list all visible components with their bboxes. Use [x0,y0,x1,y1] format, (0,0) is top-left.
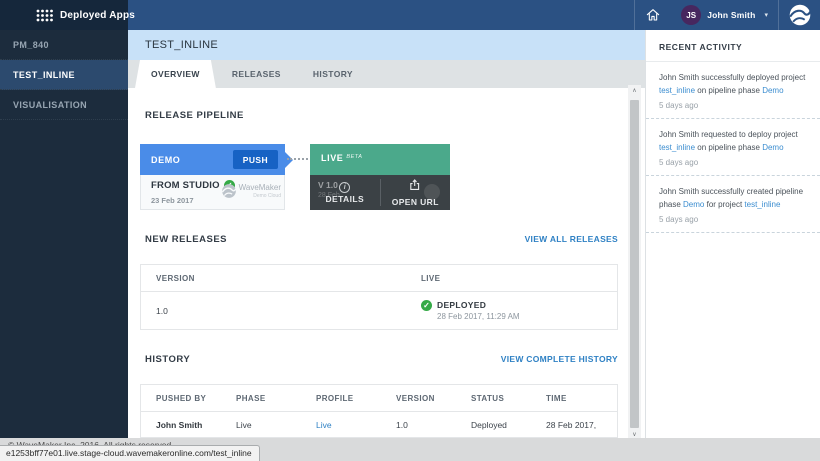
vertical-scrollbar[interactable]: ∧ ∨ [628,85,641,440]
column-pushed-by: PUSHED BY [156,394,236,403]
project-link[interactable]: test_inline [659,143,695,152]
open-url-button[interactable]: OPEN URL [381,175,451,210]
details-button[interactable]: i DETAILS [310,175,380,210]
column-live: LIVE [421,274,617,283]
deployed-status: DEPLOYED [437,300,520,310]
history-status: Deployed [471,420,546,430]
release-version: 1.0 [156,306,421,316]
live-card-header: LIVE BETA [310,144,450,175]
topbar-divider [778,0,779,30]
project-sidebar: PM_840 TEST_INLINE VISUALISATION [0,30,128,440]
history-pushed-by: John Smith [156,420,236,430]
topbar-actions: JS John Smith ▾ [128,0,820,30]
app-title: Deployed Apps [60,10,135,21]
scroll-up-icon[interactable]: ∧ [632,85,636,96]
deployed-check-icon: ✓ [421,300,432,311]
live-card-body: V 1.0 28 Feb i DETAILS [310,175,450,210]
tab-overview[interactable]: OVERVIEW [135,60,216,88]
activity-item: John Smith successfully deployed project… [646,62,820,119]
main-panel: TEST_INLINE OVERVIEW RELEASES HISTORY RE… [128,30,645,440]
wavemaker-logo-icon [788,3,812,27]
activity-text: on pipeline phase [695,86,762,95]
logo-text: WaveMaker [239,183,281,192]
info-icon: i [339,182,350,193]
tab-history[interactable]: HISTORY [297,60,369,88]
history-profile-link[interactable]: Live [316,420,396,430]
apps-grid-icon[interactable] [36,9,53,22]
phase-link[interactable]: Demo [683,200,704,209]
phase-link[interactable]: Demo [762,86,783,95]
activity-time: 5 days ago [659,215,807,224]
browser-status-url: e1253bff77e01.live.stage-cloud.wavemaker… [0,445,260,461]
wavemaker-cloud-logo: WaveMaker Demo Cloud [221,183,281,199]
activity-time: 5 days ago [659,101,807,110]
history-table: PUSHED BY PHASE PROFILE VERSION STATUS T… [140,384,618,438]
app-brand-area: Deployed Apps [0,0,128,30]
activity-item: John Smith requested to deploy project t… [646,119,820,176]
project-link[interactable]: test_inline [659,86,695,95]
history-row: John Smith Live Live 1.0 Deployed 28 Feb… [141,412,617,437]
home-icon[interactable] [635,7,671,23]
activity-text: on pipeline phase [695,143,762,152]
from-studio-label: FROM STUDIO [151,180,220,191]
avatar: JS [681,5,701,25]
column-status: STATUS [471,394,546,403]
activity-text: John Smith requested to deploy project [659,130,798,139]
view-all-releases-link[interactable]: VIEW ALL RELEASES [525,234,618,244]
user-name: John Smith [707,10,755,20]
demo-card-header: DEMO PUSH [140,144,285,175]
history-header-row: PUSHED BY PHASE PROFILE VERSION STATUS T… [141,385,617,412]
deployed-time: 28 Feb 2017, 11:29 AM [437,312,520,321]
user-menu[interactable]: JS John Smith ▾ [671,0,778,30]
section-title-history: HISTORY [145,354,190,365]
logo-subtext: Demo Cloud [239,193,281,199]
recent-activity-heading: RECENT ACTIVITY [646,30,820,62]
column-time: TIME [546,394,617,403]
history-version: 1.0 [396,420,471,430]
demo-card-body: FROM STUDIO ✓ 23 Feb 2017 WaveMaker [140,175,285,210]
new-releases-row: 1.0 ✓ DEPLOYED 28 Feb 2017, 11:29 AM [141,292,617,329]
column-version: VERSION [396,394,471,403]
overview-content: RELEASE PIPELINE DEMO PUSH FROM STUDIO ✓ [128,88,645,440]
recent-activity-panel: RECENT ACTIVITY John Smith successfully … [645,30,820,440]
new-releases-header-row: VERSION LIVE [141,265,617,292]
activity-time: 5 days ago [659,158,807,167]
tab-releases[interactable]: RELEASES [216,60,297,88]
view-complete-history-link[interactable]: VIEW COMPLETE HISTORY [501,354,618,364]
phase-link[interactable]: Demo [762,143,783,152]
beta-badge: BETA [346,154,362,160]
open-url-icon [409,178,421,196]
history-time: 28 Feb 2017, [546,420,617,430]
top-navbar: Deployed Apps JS John Smith ▾ [0,0,820,30]
new-releases-table: VERSION LIVE 1.0 ✓ DEPLOYED 28 Feb 2017,… [140,264,618,330]
column-phase: PHASE [236,394,316,403]
page-title: TEST_INLINE [145,39,218,51]
activity-item: John Smith successfully created pipeline… [646,176,820,233]
pipeline-card-demo: DEMO PUSH FROM STUDIO ✓ 23 Feb 2017 [140,144,285,210]
history-phase: Live [236,420,316,430]
chevron-down-icon: ▾ [764,11,768,19]
column-version: VERSION [156,274,421,283]
sidebar-item-pm-840[interactable]: PM_840 [0,30,128,60]
pipeline-card-live: LIVE BETA V 1.0 28 Feb i DETAILS [310,144,450,210]
page-title-bar: TEST_INLINE [128,30,645,60]
sidebar-item-test-inline[interactable]: TEST_INLINE [0,60,128,90]
pipeline-cards: DEMO PUSH FROM STUDIO ✓ 23 Feb 2017 [140,144,618,210]
demo-deploy-date: 23 Feb 2017 [151,196,194,205]
column-profile: PROFILE [316,394,396,403]
live-phase-label: LIVE [321,153,343,163]
pipeline-connector [285,144,310,210]
tab-bar: OVERVIEW RELEASES HISTORY [128,60,645,88]
activity-text: for project [704,200,744,209]
activity-text: John Smith successfully deployed project [659,73,805,82]
push-button[interactable]: PUSH [233,150,278,169]
scrollbar-thumb[interactable] [630,100,639,428]
project-link[interactable]: test_inline [744,200,780,209]
demo-phase-label: DEMO [151,155,180,165]
sidebar-item-visualisation[interactable]: VISUALISATION [0,90,128,120]
section-title-release-pipeline: RELEASE PIPELINE [145,110,244,121]
section-title-new-releases: NEW RELEASES [145,234,227,245]
